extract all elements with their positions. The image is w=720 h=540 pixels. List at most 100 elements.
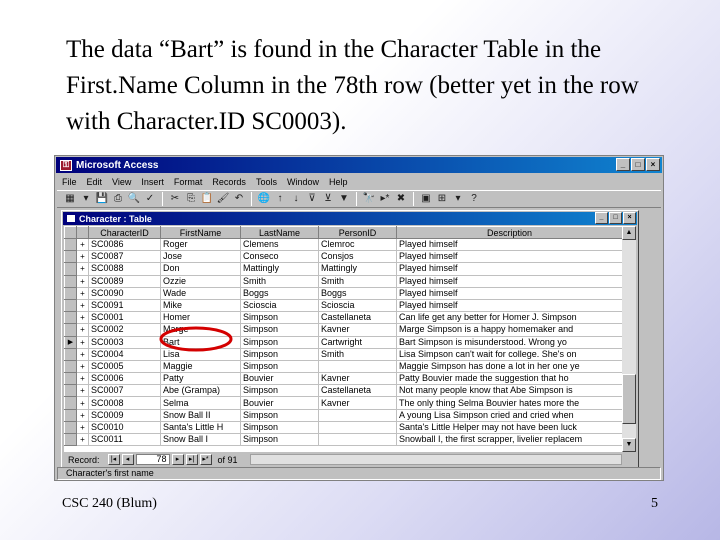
column-header[interactable]: PersonID — [318, 226, 397, 239]
table-cell[interactable]: Bart — [160, 336, 241, 349]
expand-plus-icon[interactable]: + — [76, 348, 89, 361]
table-cell[interactable]: SC0089 — [88, 275, 161, 288]
menu-file[interactable]: File — [57, 177, 82, 187]
table-cell[interactable]: Played himself — [396, 299, 622, 313]
table-cell[interactable]: Clemroc — [318, 238, 397, 252]
record-selector[interactable] — [64, 420, 77, 435]
table-cell[interactable]: Simpson — [240, 311, 319, 325]
last-record-icon[interactable]: ▸| — [185, 454, 198, 465]
table-cell[interactable]: SC0001 — [88, 311, 161, 325]
table-cell[interactable]: SC0011 — [88, 433, 161, 447]
table-cell[interactable]: Castellaneta — [318, 311, 397, 325]
new-object-icon[interactable]: ⊞ — [435, 192, 449, 206]
undo-icon[interactable]: ↶ — [232, 192, 246, 206]
table-cell[interactable]: Played himself — [396, 238, 622, 252]
table-cell[interactable]: Conseco — [240, 250, 319, 264]
table-cell[interactable]: SC0004 — [88, 348, 161, 361]
table-cell[interactable]: Smith — [318, 348, 397, 361]
table-cell[interactable]: Not many people know that Abe Simpson is — [396, 384, 622, 398]
copy-icon[interactable]: ⎘ — [184, 192, 198, 206]
dropdown-icon[interactable]: ▾ — [451, 192, 465, 206]
table-cell[interactable]: Scioscia — [240, 299, 319, 313]
child-minimize-button[interactable]: _ — [595, 212, 608, 224]
app-titlebar[interactable]: ⚿ Microsoft Access _ □ × — [56, 157, 662, 173]
table-row[interactable]: + SC0011 Snow Ball I Simpson Snowball I, the… — [64, 432, 622, 447]
table-cell[interactable]: Abe (Grampa) — [160, 384, 241, 398]
expand-plus-icon[interactable]: + — [76, 262, 89, 276]
new-record-nav-icon[interactable]: ▸* — [199, 454, 212, 465]
table-cell[interactable]: Simpson — [240, 421, 319, 435]
table-row[interactable]: + SC0010 Santa's Little H Simpson Santa's Li… — [64, 420, 622, 435]
table-cell[interactable]: Castellaneta — [318, 384, 397, 398]
column-header[interactable]: CharacterID — [88, 226, 161, 239]
table-row[interactable]: + SC0089 Ozzie Smith Smith Played himself — [64, 274, 622, 288]
table-row[interactable]: + SC0009 Snow Ball II Simpson A young Lisa S… — [64, 408, 622, 422]
scroll-up-arrow-icon[interactable]: ▲ — [622, 226, 636, 240]
table-cell[interactable]: Santa's Little Helper may not have been … — [396, 421, 622, 435]
table-cell[interactable]: Simpson — [240, 348, 319, 361]
table-row[interactable]: + SC0007 Abe (Grampa) Simpson Castellaneta No… — [64, 384, 622, 398]
expand-plus-icon[interactable]: + — [76, 323, 89, 337]
menu-tools[interactable]: Tools — [251, 177, 282, 187]
table-cell[interactable]: Clemens — [240, 238, 319, 252]
table-cell[interactable]: Mike — [160, 299, 241, 313]
sort-descending-icon[interactable]: ↓ — [289, 192, 303, 206]
help-icon[interactable]: ? — [467, 192, 481, 206]
table-cell[interactable]: SC0090 — [88, 287, 161, 300]
close-button[interactable]: × — [646, 158, 660, 171]
table-cell[interactable]: Played himself — [396, 287, 622, 300]
table-cell[interactable] — [318, 360, 397, 374]
table-row[interactable]: + SC0008 Selma Bouvier Kavner The only thing … — [64, 396, 622, 410]
column-header[interactable]: Description — [396, 226, 622, 239]
table-cell[interactable]: Simpson — [240, 360, 319, 374]
expand-plus-icon[interactable]: + — [76, 238, 89, 252]
table-cell[interactable]: Mattingly — [318, 262, 397, 276]
table-cell[interactable]: Lisa — [160, 348, 241, 361]
child-titlebar[interactable]: Character : Table _ □ × — [63, 212, 637, 225]
table-cell[interactable]: Marge — [160, 323, 241, 337]
table-cell[interactable]: SC0086 — [88, 238, 161, 252]
table-cell[interactable]: Smith — [318, 275, 397, 288]
table-cell[interactable]: SC0007 — [88, 384, 161, 398]
table-cell[interactable]: Maggie — [160, 360, 241, 374]
filter-selection-icon[interactable]: ⊽ — [305, 192, 319, 206]
table-row[interactable]: + SC0006 Patty Bouvier Kavner Patty Bouvier m… — [64, 372, 622, 386]
record-number-field[interactable]: 78 — [135, 454, 170, 465]
menu-view[interactable]: View — [107, 177, 136, 187]
table-cell[interactable]: Patty — [160, 372, 241, 386]
record-selector[interactable] — [64, 384, 77, 398]
table-cell[interactable] — [318, 409, 397, 422]
expand-plus-icon[interactable]: + — [76, 433, 89, 447]
table-cell[interactable]: Simpson — [240, 433, 319, 447]
expand-plus-icon[interactable]: + — [76, 275, 89, 288]
new-record-icon[interactable]: ▸* — [378, 192, 392, 206]
table-row[interactable]: + SC0087 Jose Conseco Consjos Played himself — [64, 250, 622, 264]
menu-help[interactable]: Help — [324, 177, 353, 187]
table-cell[interactable]: SC0091 — [88, 299, 161, 313]
record-selector[interactable] — [64, 359, 77, 374]
table-row[interactable]: + SC0005 Maggie Simpson Maggie Simpson has d… — [64, 359, 622, 374]
table-cell[interactable]: Jose — [160, 250, 241, 264]
table-cell[interactable]: Played himself — [396, 262, 622, 276]
table-cell[interactable]: Snow Ball I — [160, 433, 241, 447]
table-cell[interactable]: Smith — [240, 275, 319, 288]
table-cell[interactable]: Played himself — [396, 250, 622, 264]
table-cell[interactable]: Kavner — [318, 323, 397, 337]
table-cell[interactable]: A young Lisa Simpson cried and cried whe… — [396, 409, 622, 422]
filter-form-icon[interactable]: ⊻ — [321, 192, 335, 206]
expand-plus-icon[interactable]: + — [76, 409, 89, 422]
child-maximize-button[interactable]: □ — [609, 212, 622, 224]
table-cell[interactable]: SC0008 — [88, 396, 161, 410]
table-row[interactable]: + SC0004 Lisa Simpson Smith Lisa Simpson can'… — [64, 347, 622, 361]
table-cell[interactable]: Santa's Little H — [160, 421, 241, 435]
table-cell[interactable]: Snow Ball II — [160, 409, 241, 422]
select-all-corner[interactable] — [64, 226, 77, 239]
table-cell[interactable]: SC0088 — [88, 262, 161, 276]
find-icon[interactable]: 🔭 — [362, 192, 376, 206]
table-cell[interactable] — [318, 433, 397, 447]
table-row[interactable]: + SC0002 Marge Simpson Kavner Marge Simpson i… — [64, 323, 622, 337]
table-cell[interactable]: Homer — [160, 311, 241, 325]
previous-record-icon[interactable]: ◂ — [121, 454, 134, 465]
menu-insert[interactable]: Insert — [136, 177, 169, 187]
table-cell[interactable]: Cartwright — [318, 336, 397, 349]
